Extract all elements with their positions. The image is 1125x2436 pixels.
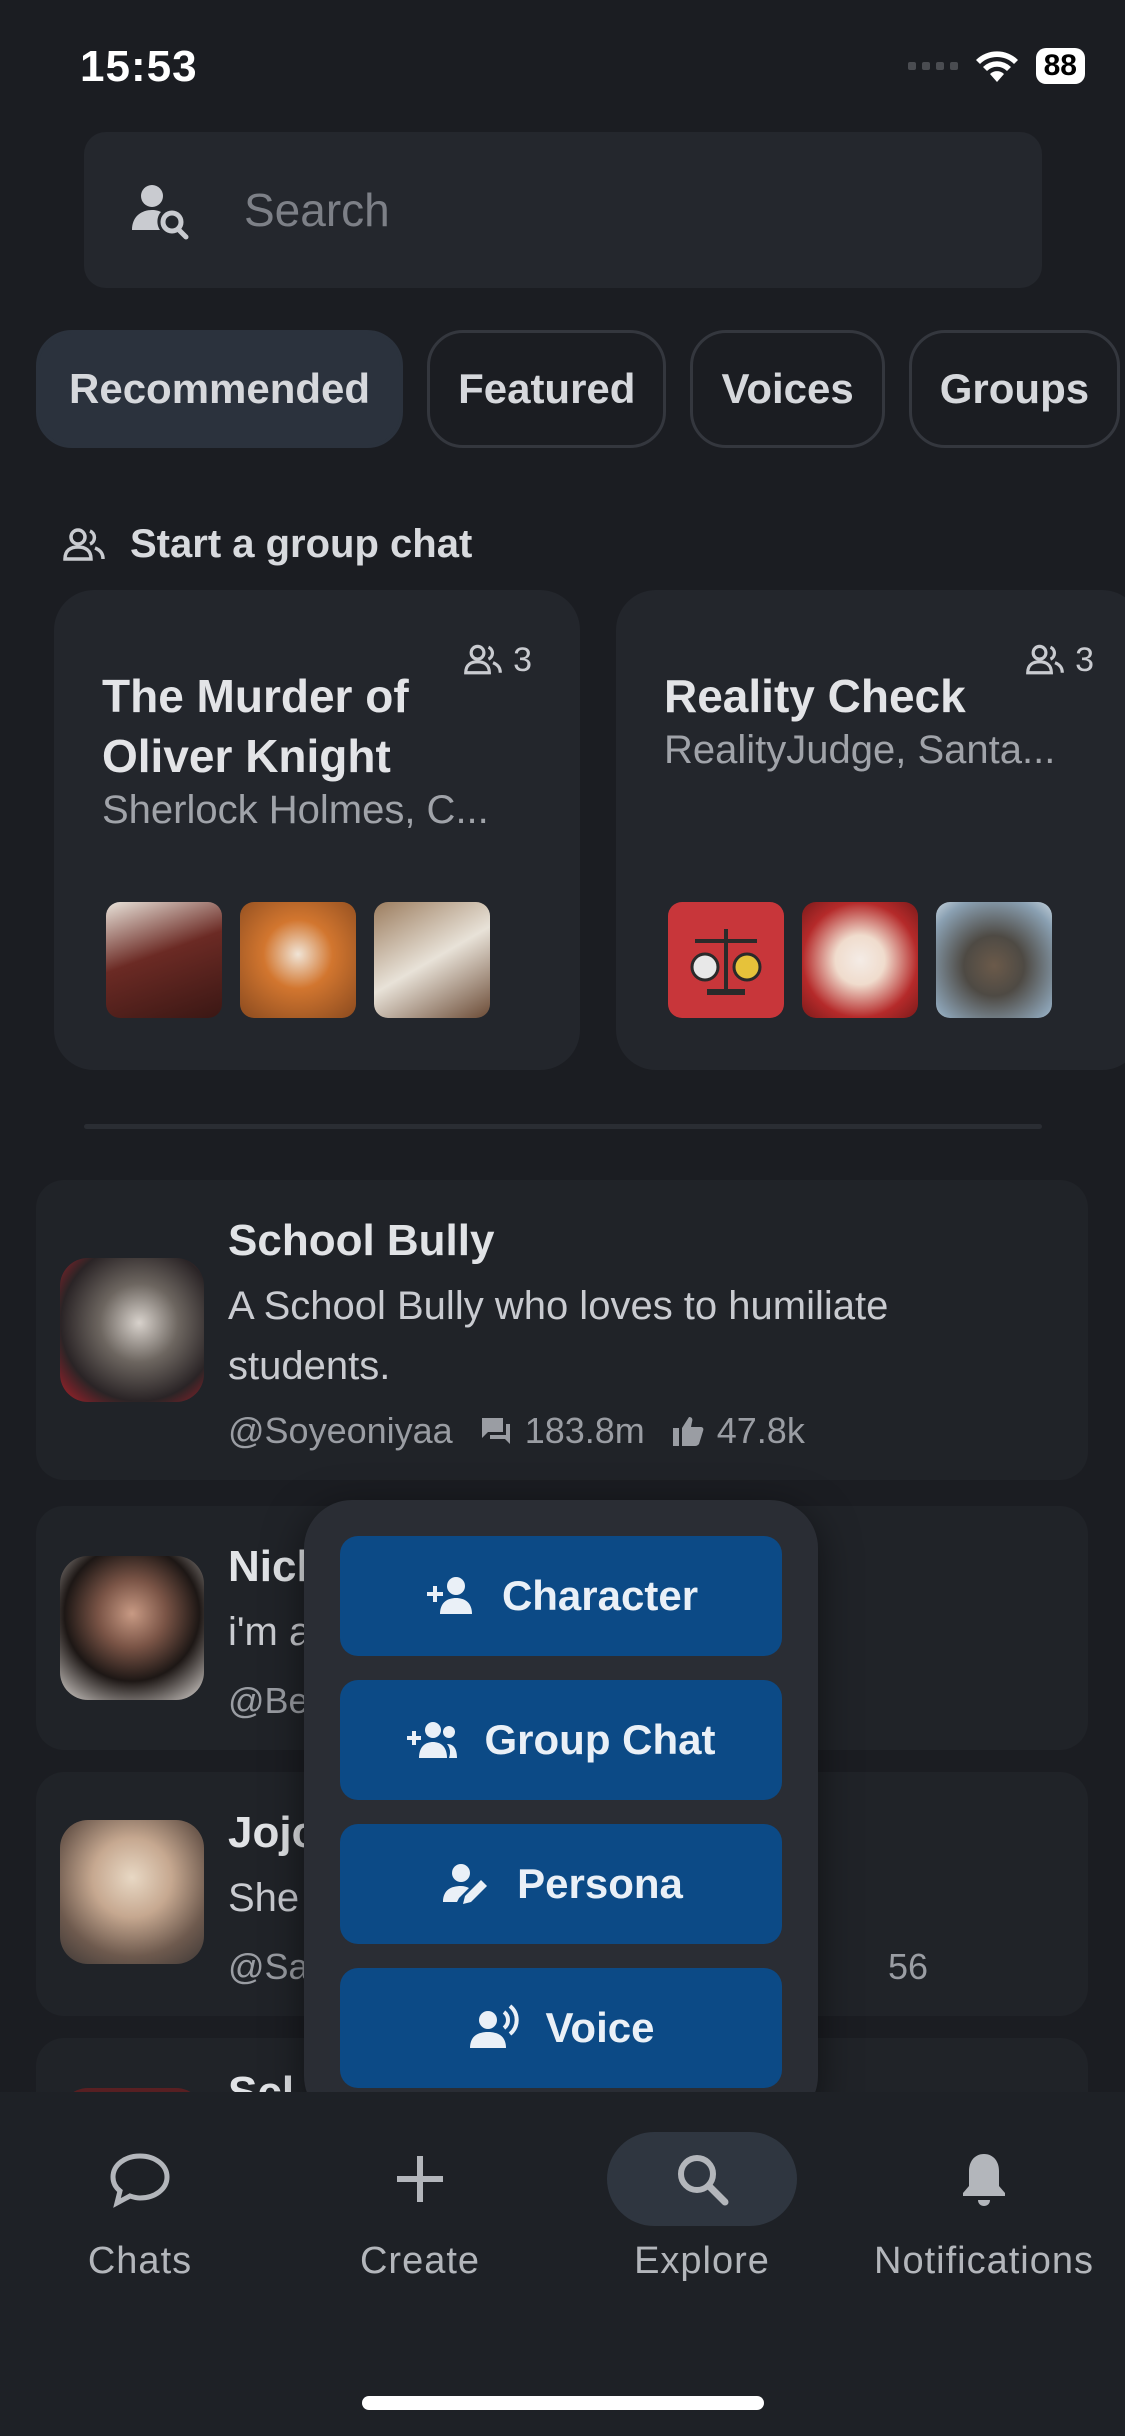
thumbs-up-icon <box>672 1417 704 1446</box>
create-character-label: Character <box>501 1572 699 1619</box>
avatar <box>240 902 356 1018</box>
group-card-members: RealityJudge, Santa... <box>664 728 1056 772</box>
character-card[interactable]: School Bully A School Bully who loves to… <box>36 1180 1088 1480</box>
character-meta: @Soyeoniyaa 183.8m 47.8k <box>228 1410 805 1452</box>
create-character-button[interactable]: Character <box>340 1536 782 1656</box>
add-group-icon <box>406 1722 457 1758</box>
member-count: 3 <box>463 640 532 680</box>
group-section-title: Start a group chat <box>130 522 473 566</box>
group-card-avatars <box>106 902 490 1018</box>
create-persona-label: Persona <box>517 1860 683 1907</box>
tab-featured[interactable]: Featured <box>427 330 667 448</box>
like-count: 47.8k <box>716 1410 805 1451</box>
chat-count: 183.8m <box>524 1410 645 1451</box>
character-description: A School Bully who loves to humiliate st… <box>228 1284 889 1388</box>
group-card[interactable]: 3 Reality Check RealityJudge, Santa... <box>616 590 1125 1070</box>
avatar <box>374 902 490 1018</box>
group-icon <box>63 527 105 561</box>
avatar <box>802 902 918 1018</box>
section-divider <box>84 1124 1042 1129</box>
avatar <box>60 1820 204 1964</box>
nav-chats[interactable]: Chats <box>0 2132 280 2283</box>
group-icon <box>1026 644 1064 675</box>
member-count-value: 3 <box>513 640 532 679</box>
chat-count-icon <box>481 1418 510 1444</box>
character-name: School Bully <box>228 1216 495 1265</box>
battery-level: 88 <box>1035 48 1085 84</box>
create-group-chat-label: Group Chat <box>484 1716 716 1763</box>
create-voice-label: Voice <box>545 2004 655 2051</box>
stat-value: 56 <box>887 1946 928 1987</box>
tab-groups[interactable]: Groups <box>908 330 1121 448</box>
search-placeholder: Search <box>244 184 390 236</box>
avatar <box>936 902 1052 1018</box>
nav-notifications-label: Notifications <box>874 2240 1094 2282</box>
member-count: 3 <box>1025 640 1094 680</box>
create-group-chat-button[interactable]: Group Chat <box>340 1680 782 1800</box>
group-icon <box>464 644 502 675</box>
group-section-header: Start a group chat <box>62 522 472 567</box>
scales-icon <box>690 929 762 995</box>
status-icons: 88 <box>907 48 1085 84</box>
create-menu: Character Group Chat Persona Voice <box>304 1500 818 2124</box>
member-count-value: 3 <box>1075 640 1094 679</box>
group-card-avatars <box>668 902 1052 1018</box>
search-input[interactable]: Search <box>84 132 1042 288</box>
plus-icon <box>397 2156 443 2202</box>
voice-icon <box>469 2004 519 2048</box>
group-card[interactable]: 3 The Murder of Oliver Knight Sherlock H… <box>54 590 580 1070</box>
create-persona-button[interactable]: Persona <box>340 1824 782 1944</box>
group-card-members: Sherlock Holmes, C... <box>102 788 489 832</box>
status-time: 15:53 <box>80 42 198 91</box>
character-name: Nicl <box>228 1542 309 1591</box>
creator-handle[interactable]: @Soyeoniyaa <box>228 1410 453 1452</box>
home-indicator <box>362 2396 764 2410</box>
avatar <box>60 1258 204 1402</box>
avatar <box>60 1556 204 1700</box>
chat-bubble-icon <box>110 2153 170 2208</box>
nav-notifications[interactable]: Notifications <box>844 2132 1124 2283</box>
nav-create[interactable]: Create <box>280 2132 560 2283</box>
tab-recommended[interactable]: Recommended <box>36 330 404 448</box>
group-card-title: Reality Check <box>664 670 966 722</box>
group-card-title: The Murder of Oliver Knight <box>102 670 409 782</box>
create-voice-button[interactable]: Voice <box>340 1968 782 2088</box>
signal-icon <box>907 62 958 70</box>
nav-create-label: Create <box>359 2240 481 2282</box>
add-person-icon <box>426 1577 472 1614</box>
scales-avatar <box>668 902 784 1018</box>
bell-icon <box>963 2154 1005 2206</box>
search-icon <box>678 2155 729 2206</box>
nav-chats-label: Chats <box>87 2240 193 2282</box>
category-tabs: Recommended Featured Voices Groups <box>36 330 1125 448</box>
wifi-icon <box>975 51 1018 82</box>
nav-explore[interactable]: Explore <box>562 2132 842 2283</box>
person-search-icon <box>132 185 189 240</box>
nav-explore-label: Explore <box>634 2240 770 2282</box>
persona-edit-icon <box>443 1864 488 1904</box>
avatar <box>106 902 222 1018</box>
bottom-nav: Chats Create Explore Notifications <box>0 2092 1125 2436</box>
tab-voices[interactable]: Voices <box>690 330 885 448</box>
